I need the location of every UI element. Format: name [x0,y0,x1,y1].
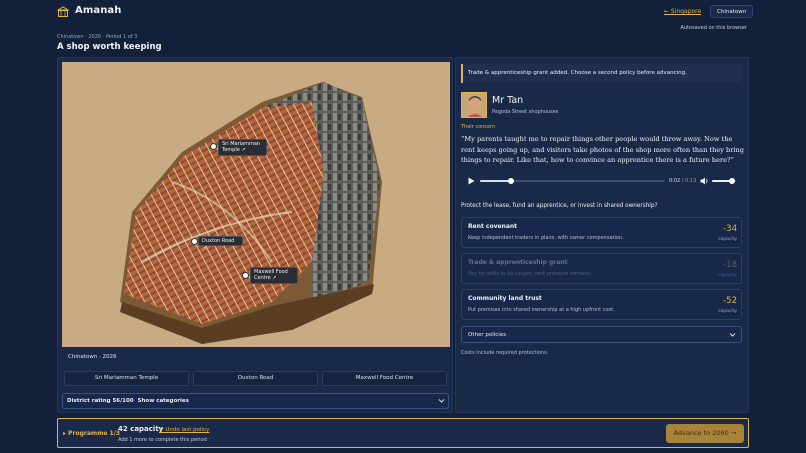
map-caption: Chinatown · 2026 [68,354,117,360]
audio-time-separator: / [681,178,684,184]
policy-cost-unit: capacity [718,309,737,314]
other-policies-dropdown[interactable]: Other policies [461,326,742,343]
audio-time: 0:02 / 0:13 [669,178,696,184]
policy-desc: Keep independent traders in place, with … [468,235,624,241]
capacity-value: 42 capacity [118,425,164,433]
district-map[interactable] [62,62,450,347]
policy-question: Protect the lease, fund an apprentice, o… [461,203,658,209]
pin-label-maxwell-food-centre[interactable]: Maxwell Food Centre ↗ [250,267,298,284]
app-name: Amanah [75,5,122,16]
logo-icon [57,6,69,17]
policy-title: Trade & apprenticeship grant [468,259,568,266]
back-to-singapore-link[interactable]: ← Singapore [664,8,701,15]
stakeholder-quote: “My parents taught me to repair things o… [461,135,744,164]
district-rating-label: District rating 56/100 Show categories [67,398,189,404]
audio-seek-fill [480,180,512,182]
status-banner-text: Trade & apprenticeship grant added. Choo… [468,70,687,76]
undo-last-policy-link[interactable]: ↶ Undo last policy [159,427,209,433]
place-button-maxwell-food-centre[interactable]: Maxwell Food Centre [322,371,447,386]
policy-cost-unit: capacity [718,273,737,278]
programme-toggle[interactable]: ▸ Programme 1/3 [63,430,120,437]
page-title: A shop worth keeping [57,42,162,52]
avatar [461,92,487,118]
programme-footer [57,418,749,448]
policy-title: Community land trust [468,295,542,302]
volume-icon[interactable] [700,177,709,185]
policy-title: Rent covenant [468,223,518,230]
breadcrumb: Chinatown · 2026 · Period 1 of 3 [57,34,138,40]
costs-note: Costs include required protections. [461,350,549,356]
pin-marker-icon[interactable] [210,143,217,150]
map-illustration [62,62,450,347]
concern-label: Their concern [461,124,496,130]
chevron-down-icon [729,333,736,337]
audio-total-time: 0:13 [685,178,697,184]
audio-current-time: 0:02 [669,178,681,184]
rating-label-text: District rating [67,398,111,404]
pin-label-sri-mariamman[interactable]: Sri Mariamman Temple ↗ [218,139,267,156]
policy-cost-unit: capacity [718,237,737,242]
policy-desc: Put premises into shared ownership at a … [468,307,615,313]
policy-cost: -52 [723,296,737,306]
policy-cost: -34 [723,224,737,234]
play-icon[interactable] [468,177,475,185]
pin-label-duxton-road[interactable]: Duxton Road ↗ [198,236,243,252]
completion-note: Add 1 more to complete this period [118,437,207,443]
stakeholder-name: Mr Tan [492,95,524,106]
rating-value: 56/100 [112,398,134,404]
chevron-down-icon [438,399,445,403]
other-policies-label: Other policies [468,332,507,338]
place-button-sri-mariamman[interactable]: Sri Mariamman Temple [64,371,189,386]
pin-marker-icon[interactable] [191,238,198,245]
autosave-status: Autosaved on this browser [680,25,747,31]
place-button-duxton-road[interactable]: Duxton Road [193,371,318,386]
policy-cost: -18 [723,260,737,270]
policy-card-community-land-trust[interactable]: Community land trust Put premises into s… [461,289,742,320]
show-categories-label: Show categories [137,398,189,404]
stakeholder-place: Pagoda Street shophouses [492,109,559,115]
policy-card-trade-apprenticeship: Trade & apprenticeship grant Pay for ski… [461,253,742,284]
policy-card-rent-covenant[interactable]: Rent covenant Keep independent traders i… [461,217,742,248]
policy-desc: Pay for skills to be taught; rent pressu… [468,271,592,277]
advance-button[interactable]: Advance to 2060 → [666,424,744,443]
location-chip[interactable]: Chinatown [710,5,754,18]
pin-marker-icon[interactable] [242,272,249,279]
